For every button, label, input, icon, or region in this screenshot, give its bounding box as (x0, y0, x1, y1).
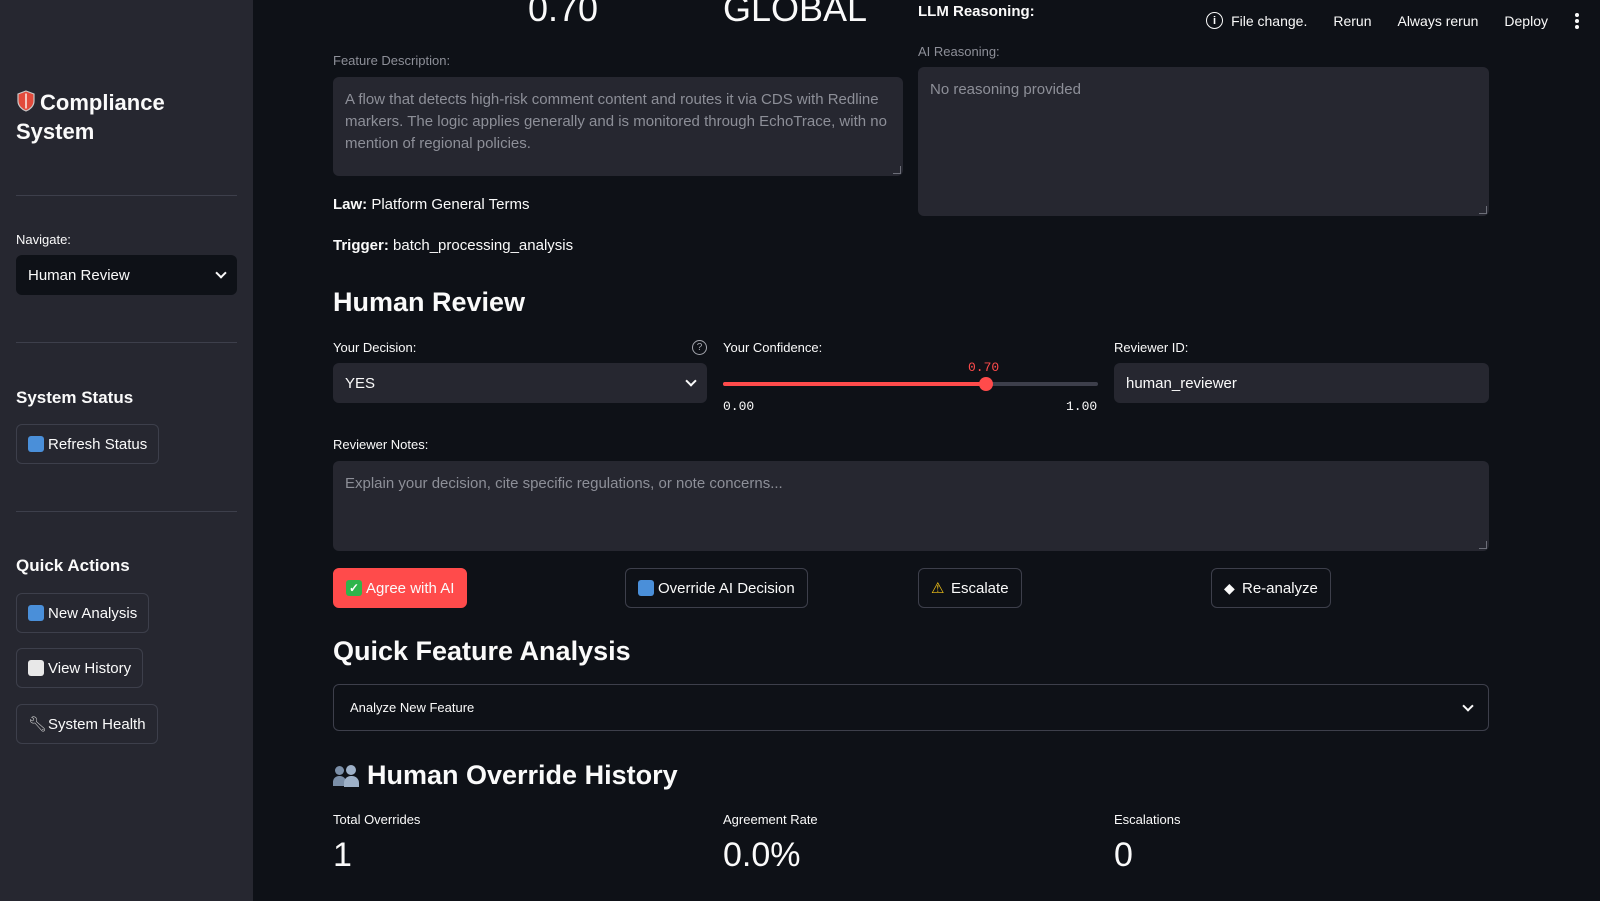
sidebar-divider (16, 342, 237, 343)
override-history-heading: Human Override History (333, 760, 678, 791)
main-menu-icon[interactable] (1574, 12, 1580, 29)
new-analysis-label: New Analysis (48, 604, 138, 622)
re-analyze-button[interactable]: ◆ Re-analyze (1211, 568, 1331, 608)
new-badge-icon (28, 605, 44, 621)
confidence-label: Your Confidence: (723, 340, 823, 355)
decision-label: Your Decision: (333, 340, 417, 355)
ai-reasoning-text: No reasoning provided (930, 81, 1081, 98)
chevron-down-icon (1462, 699, 1474, 712)
unknown-glyph-icon: ◆ (1224, 579, 1235, 596)
confidence-max-label: 1.00 (1066, 399, 1098, 414)
override-ai-decision-button[interactable]: Override AI Decision (625, 568, 808, 608)
view-history-label: View History (48, 659, 132, 677)
bar-chart-icon (28, 660, 44, 676)
reviewer-notes-label: Reviewer Notes: (333, 437, 429, 452)
expander-label: Analyze New Feature (350, 700, 475, 715)
decision-select-value: YES (345, 374, 376, 392)
decision-select[interactable]: YES (333, 363, 707, 403)
new-analysis-button[interactable]: New Analysis (16, 593, 150, 633)
reviewer-notes-textarea[interactable]: Explain your decision, cite specific reg… (333, 461, 1489, 551)
feature-description-label: Feature Description: (333, 53, 451, 68)
override-history-heading-text: Human Override History (367, 760, 678, 790)
escalate-button[interactable]: ⚠ Escalate (918, 568, 1022, 608)
quick-feature-analysis-heading: Quick Feature Analysis (333, 636, 631, 666)
confidence-min-label: 0.00 (723, 399, 755, 414)
refresh-status-label: Refresh Status (48, 435, 148, 453)
confidence-slider-thumb[interactable] (978, 377, 993, 391)
reviewer-id-label: Reviewer ID: (1114, 340, 1189, 355)
rerun-button[interactable]: Rerun (1333, 13, 1371, 29)
law-key: Law: (333, 196, 368, 213)
total-overrides-value: 1 (333, 836, 352, 874)
users-icon (333, 764, 361, 788)
resize-handle-icon[interactable] (893, 166, 901, 174)
trigger-key: Trigger: (333, 237, 389, 254)
refresh-icon (638, 580, 654, 596)
human-review-heading: Human Review (333, 287, 526, 317)
shield-icon (17, 90, 35, 112)
info-icon: i (1206, 12, 1224, 29)
chevron-down-icon (215, 267, 227, 279)
file-change-text: File change. (1231, 12, 1308, 29)
sidebar-divider (16, 195, 237, 196)
agree-with-ai-button[interactable]: ✓ Agree with AI (333, 568, 468, 608)
confidence-slider-value: 0.70 (968, 360, 1000, 375)
confidence-slider-fill (723, 382, 986, 386)
quick-actions-heading: Quick Actions (16, 556, 130, 575)
always-rerun-button[interactable]: Always rerun (1397, 13, 1478, 29)
analyze-new-feature-expander[interactable]: Analyze New Feature (333, 684, 1489, 731)
confidence-metric-value: 0.70 (528, 0, 599, 29)
resize-handle-icon[interactable] (1479, 206, 1487, 214)
refresh-status-button[interactable]: Refresh Status (16, 424, 160, 464)
reviewer-id-input[interactable]: human_reviewer (1114, 363, 1489, 403)
navigate-select-value: Human Review (28, 266, 130, 284)
navigate-select[interactable]: Human Review (16, 255, 237, 295)
total-overrides-label: Total Overrides (333, 812, 421, 827)
sidebar-divider (16, 511, 237, 512)
check-icon: ✓ (346, 580, 362, 596)
escalations-label: Escalations (1114, 812, 1181, 827)
llm-reasoning-heading: LLM Reasoning: (918, 3, 1035, 20)
system-status-heading: System Status (16, 388, 134, 407)
chevron-down-icon (685, 375, 697, 387)
confidence-slider[interactable] (723, 377, 1098, 391)
warning-icon: ⚠ (931, 580, 945, 597)
reviewer-notes-placeholder: Explain your decision, cite specific reg… (345, 475, 783, 492)
escalations-value: 0 (1114, 836, 1133, 874)
reviewer-id-value: human_reviewer (1126, 374, 1237, 392)
law-row: Law: Platform General Terms (333, 196, 529, 213)
wrench-icon: 🔧︎ (28, 716, 48, 733)
agreement-rate-value: 0.0% (723, 836, 801, 874)
re-analyze-label: Re-analyze (1242, 579, 1318, 597)
deploy-button[interactable]: Deploy (1504, 13, 1548, 29)
feature-description-textarea[interactable]: A flow that detects high-risk comment co… (333, 77, 903, 176)
agree-with-ai-label: Agree with AI (366, 579, 455, 597)
law-value: Platform General Terms (371, 196, 530, 213)
help-icon[interactable]: ? (692, 340, 707, 355)
sidebar-title-text: Compliance System (16, 90, 165, 144)
escalate-label: Escalate (951, 579, 1009, 597)
view-history-button[interactable]: View History (16, 648, 144, 688)
ai-reasoning-label: AI Reasoning: (918, 44, 1000, 59)
trigger-value: batch_processing_analysis (393, 237, 574, 254)
system-health-label: System Health (48, 715, 146, 733)
sidebar: Compliance System Navigate: Human Review… (0, 0, 253, 901)
navigate-label: Navigate: (16, 232, 71, 247)
system-health-button[interactable]: 🔧︎ System Health (16, 704, 158, 744)
agreement-rate-label: Agreement Rate (723, 812, 818, 827)
feature-description-text: A flow that detects high-risk comment co… (345, 91, 887, 152)
ai-reasoning-textarea[interactable]: No reasoning provided (918, 67, 1489, 216)
file-change-status: i File change. (1206, 12, 1307, 29)
trigger-row: Trigger: batch_processing_analysis (333, 237, 573, 254)
sidebar-title: Compliance System (16, 88, 236, 146)
resize-handle-icon[interactable] (1479, 541, 1487, 549)
app-header: i File change. Rerun Always rerun Deploy (1206, 12, 1580, 29)
override-ai-decision-label: Override AI Decision (658, 579, 795, 597)
refresh-icon (28, 436, 44, 452)
scope-metric-value: GLOBAL (723, 0, 868, 29)
